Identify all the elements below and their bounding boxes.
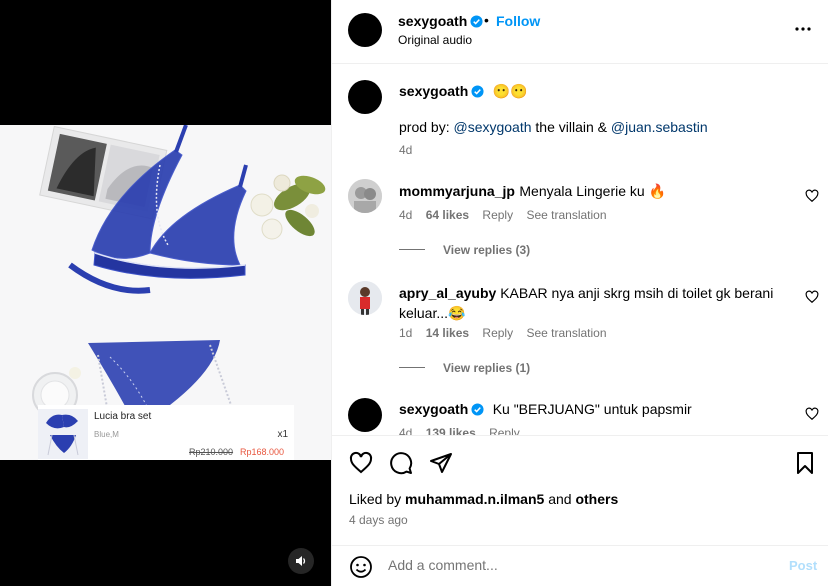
comment-username[interactable]: apry_al_ayuby <box>399 285 496 301</box>
heart-icon[interactable] <box>805 290 819 304</box>
liked-by-others[interactable]: others <box>575 491 618 507</box>
product-quantity: x1 <box>277 429 288 440</box>
post-date[interactable]: 4 days ago <box>349 513 408 527</box>
product-old-price: Rp210.000 <box>189 447 234 457</box>
comment-avatar[interactable] <box>348 179 382 213</box>
comment-avatar[interactable] <box>348 398 382 432</box>
verified-icon <box>470 15 483 28</box>
comment-text: Menyala Lingerie ku 🔥 <box>519 183 667 199</box>
comment-likes[interactable]: 64 likes <box>426 208 469 222</box>
see-translation-button[interactable]: See translation <box>526 208 606 222</box>
heart-icon[interactable] <box>805 189 819 203</box>
author-avatar[interactable] <box>348 13 382 47</box>
product-new-price: Rp168.000 <box>240 447 285 457</box>
caption-username[interactable]: sexygoath <box>399 83 468 99</box>
comment-username[interactable]: mommyarjuna_jp <box>399 183 515 199</box>
product-thumbnail <box>38 409 88 459</box>
comment-body: mommyarjuna_jp Menyala Lingerie ku 🔥 <box>399 183 666 201</box>
liked-by: Liked by muhammad.n.ilman5 and others <box>349 491 618 507</box>
comment-meta: 1d 14 likes Reply See translation <box>399 326 607 340</box>
author-username-text[interactable]: sexygoath <box>398 13 467 29</box>
comment-username[interactable]: sexygoath <box>399 401 468 417</box>
caption-avatar[interactable] <box>348 80 382 114</box>
comment-composer: Post <box>332 545 828 586</box>
post-details-panel: sexygoath • Follow Original audio sexygo… <box>331 0 828 586</box>
replies-line <box>399 367 425 368</box>
verified-icon <box>471 403 484 416</box>
comment-text: Ku "BERJUANG" untuk papsmir <box>492 401 692 417</box>
caption-emojis: 😶😶 <box>492 83 528 99</box>
comment-likes[interactable]: 14 likes <box>426 326 469 340</box>
comment-icon[interactable] <box>389 451 413 475</box>
reply-button[interactable]: Reply <box>482 208 513 222</box>
comment-avatar[interactable] <box>348 281 382 315</box>
comment-likes[interactable]: 139 likes <box>426 426 476 435</box>
view-replies-button[interactable]: View replies (3) <box>443 243 530 257</box>
caption-middle: the villain & <box>531 119 611 135</box>
product-name: Lucia bra set <box>94 411 152 422</box>
heart-icon[interactable] <box>805 407 819 421</box>
comment-body: sexygoath Ku "BERJUANG" untuk papsmir <box>399 401 692 419</box>
liked-by-user[interactable]: muhammad.n.ilman5 <box>405 491 544 507</box>
post-comment-button[interactable]: Post <box>789 558 817 573</box>
reply-button[interactable]: Reply <box>482 326 513 340</box>
see-translation-button[interactable]: See translation <box>526 326 606 340</box>
replies-line <box>399 249 425 250</box>
share-icon[interactable] <box>429 451 453 475</box>
post-header: sexygoath • Follow Original audio <box>332 0 828 64</box>
bookmark-icon[interactable] <box>793 451 817 475</box>
post-image: Lucia bra set Blue,M x1 Rp210.000 Rp168.… <box>0 125 331 460</box>
more-options-icon[interactable] <box>794 22 812 36</box>
caption-time[interactable]: 4d <box>399 143 412 157</box>
add-comment-input[interactable] <box>388 557 768 573</box>
emoji-icon[interactable] <box>349 555 373 579</box>
product-variant: Blue,M <box>94 430 119 439</box>
liked-by-and: and <box>544 491 576 507</box>
audio-toggle-button[interactable] <box>288 548 314 574</box>
author-username[interactable]: sexygoath <box>398 13 483 29</box>
product-card[interactable]: Lucia bra set Blue,M x1 Rp210.000 Rp168.… <box>38 405 294 460</box>
comments-list[interactable]: sexygoath 😶😶 prod by: @sexygoath the vil… <box>332 65 828 435</box>
liked-by-prefix: Liked by <box>349 491 406 507</box>
comment-meta: 4d 139 likes Reply <box>399 426 520 435</box>
post-actions: Liked by muhammad.n.ilman5 and others 4 … <box>332 435 828 545</box>
comment-time[interactable]: 4d <box>399 208 412 222</box>
audio-label[interactable]: Original audio <box>398 33 472 47</box>
comment-meta: 4d 64 likes Reply See translation <box>399 208 607 222</box>
audio-icon <box>296 556 306 566</box>
caption-mention-sexygoath[interactable]: @sexygoath <box>453 119 531 135</box>
separator-dot: • <box>484 12 489 28</box>
comment-body: apry_al_ayuby KABAR nya anji skrg msih d… <box>399 283 779 323</box>
view-replies-button[interactable]: View replies (1) <box>443 361 530 375</box>
caption-mention-juan[interactable]: @juan.sebastin <box>611 119 708 135</box>
follow-button[interactable]: Follow <box>496 13 540 29</box>
caption-header: sexygoath 😶😶 <box>399 83 528 101</box>
caption-prefix: prod by: <box>399 119 454 135</box>
reply-button[interactable]: Reply <box>489 426 520 435</box>
post-media[interactable]: Lucia bra set Blue,M x1 Rp210.000 Rp168.… <box>0 0 331 586</box>
comment-time[interactable]: 4d <box>399 426 412 435</box>
like-heart-icon[interactable] <box>349 451 373 475</box>
caption-text: prod by: @sexygoath the villain & @juan.… <box>399 119 708 135</box>
verified-icon <box>471 85 484 98</box>
comment-time[interactable]: 1d <box>399 326 412 340</box>
